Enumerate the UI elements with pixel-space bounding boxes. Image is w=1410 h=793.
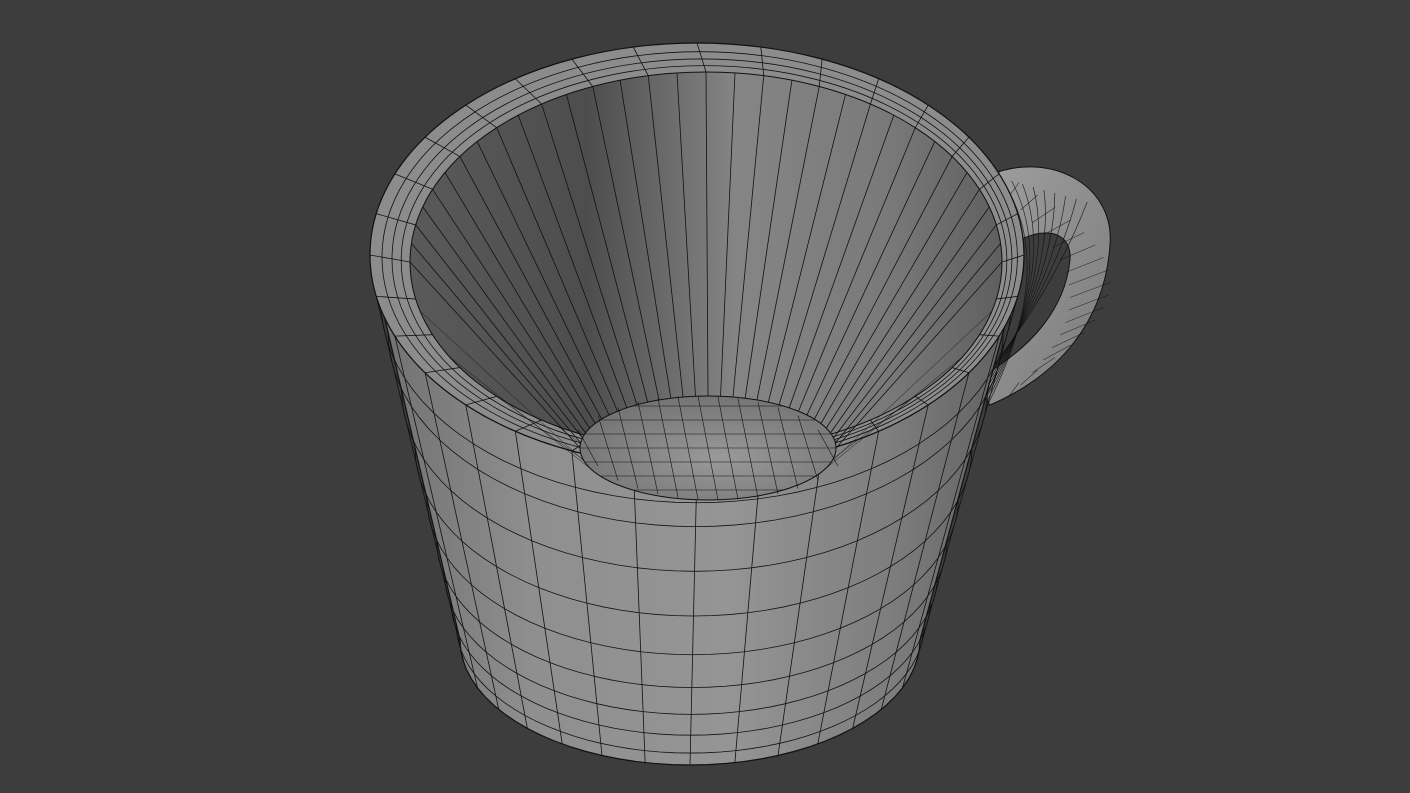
3d-viewport[interactable] — [0, 0, 1410, 793]
mug-inner-bottom[interactable] — [577, 395, 839, 501]
mug-mesh-render[interactable] — [0, 0, 1410, 793]
